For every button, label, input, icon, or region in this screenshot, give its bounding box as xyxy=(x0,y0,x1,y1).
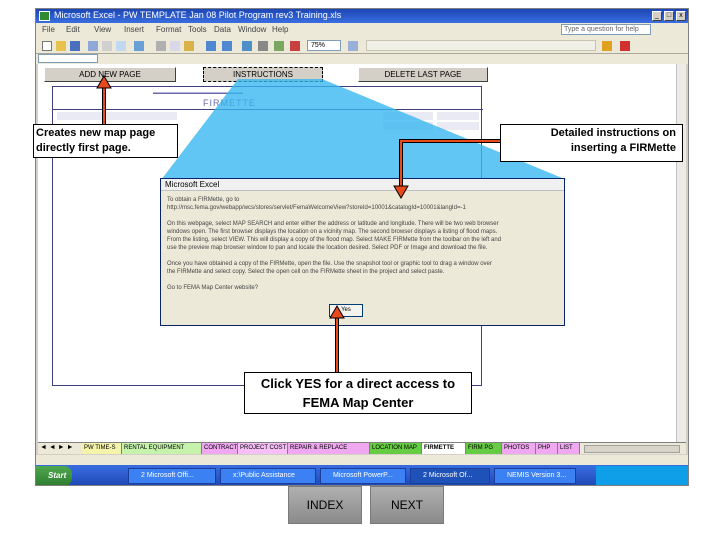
instructions-button[interactable]: INSTRUCTIONS xyxy=(203,67,323,82)
task-button[interactable]: x:\Public Assistance xyxy=(220,468,316,484)
formula-bar xyxy=(36,54,688,64)
hyperlink-icon[interactable] xyxy=(242,41,252,51)
zoom-select[interactable]: 75% xyxy=(307,40,341,51)
annotation-instructions: Detailed instructions on inserting a FIR… xyxy=(500,124,683,162)
dialog-link: http://msc.fema.gov/webapp/wcs/stores/se… xyxy=(167,205,466,211)
print-icon[interactable] xyxy=(102,41,112,51)
sort-icon[interactable] xyxy=(274,41,284,51)
next-button[interactable]: NEXT xyxy=(370,486,444,524)
menu-window[interactable]: Window xyxy=(238,25,266,34)
dialog-text: use the preview map browser window to pa… xyxy=(167,245,488,251)
autosum-icon[interactable] xyxy=(258,41,268,51)
dialog-text: windows open. The first browser displays… xyxy=(167,229,498,235)
dialog-question: Go to FEMA Map Center website? xyxy=(167,285,259,291)
delete-last-page-button[interactable]: DELETE LAST PAGE xyxy=(358,67,488,82)
tab-firmette[interactable]: FIRMETTE xyxy=(422,443,466,454)
task-button-active[interactable]: 2 Microsoft Of... xyxy=(410,468,490,484)
dialog-text: Once you have obtained a copy of the FIR… xyxy=(167,261,492,267)
menu-insert[interactable]: Insert xyxy=(124,25,144,34)
print-preview-icon[interactable] xyxy=(116,41,126,51)
font-color-icon[interactable] xyxy=(620,41,630,51)
fill-color-icon[interactable] xyxy=(602,41,612,51)
index-button[interactable]: INDEX xyxy=(288,486,362,524)
vertical-scrollbar[interactable] xyxy=(676,64,686,442)
dialog-text: From the listing, select VIEW. This will… xyxy=(167,237,502,243)
annotation-yes: Click YES for a direct access to FEMA Ma… xyxy=(244,372,472,414)
dialog-title: Microsoft Excel xyxy=(161,179,564,191)
close-button[interactable]: x xyxy=(676,11,686,21)
tab-contract[interactable]: CONTRACT xyxy=(202,443,238,454)
form-divider xyxy=(53,109,483,110)
windows-taskbar: Start 2 Microsoft Offi... x:\Public Assi… xyxy=(36,465,688,485)
form-field xyxy=(57,112,177,120)
menu-data[interactable]: Data xyxy=(214,25,231,34)
tab-photos[interactable]: PHOTOS xyxy=(502,443,536,454)
cut-icon[interactable] xyxy=(156,41,166,51)
tab-scroll-arrows-icon[interactable]: ◄ ◄ ► ► xyxy=(40,444,74,451)
firmette-title: FIRMETTE xyxy=(203,98,256,108)
menu-help[interactable]: Help xyxy=(272,25,288,34)
tab-pw-time[interactable]: PW TIME-S xyxy=(82,443,122,454)
minimize-button[interactable]: _ xyxy=(652,11,662,21)
task-button[interactable]: Microsoft PowerP... xyxy=(320,468,406,484)
tab-rental-equipment[interactable]: RENTAL EQUIPMENT xyxy=(122,443,202,454)
dialog-text: On this webpage, select MAP SEARCH and e… xyxy=(167,221,499,227)
maximize-button[interactable]: □ xyxy=(664,11,674,21)
form-field xyxy=(437,122,479,130)
redo-icon[interactable] xyxy=(222,41,232,51)
menu-format[interactable]: Format xyxy=(156,25,181,34)
tab-location-map[interactable]: LOCATION MAP xyxy=(370,443,422,454)
tab-project-cost[interactable]: PROJECT COST xyxy=(238,443,288,454)
title-bar: Microsoft Excel - PW TEMPLATE Jan 08 Pil… xyxy=(36,9,688,23)
spelling-icon[interactable] xyxy=(134,41,144,51)
instructions-dialog: Microsoft Excel To obtain a FIRMette, go… xyxy=(160,178,565,326)
menu-edit[interactable]: Edit xyxy=(66,25,80,34)
save-icon[interactable] xyxy=(70,41,80,51)
help-search-input[interactable]: Type a question for help xyxy=(561,24,651,35)
yes-button[interactable]: Yes xyxy=(329,304,363,317)
system-tray xyxy=(596,466,688,485)
form-field xyxy=(383,122,433,130)
menu-bar: File Edit View Insert Format Tools Data … xyxy=(36,23,688,37)
undo-icon[interactable] xyxy=(206,41,216,51)
start-button[interactable]: Start xyxy=(36,466,72,485)
chart-wizard-icon[interactable] xyxy=(290,41,300,51)
horizontal-scrollbar[interactable] xyxy=(584,445,680,453)
sheet-tab-strip: ◄ ◄ ► ► PW TIME-S RENTAL EQUIPMENT CONTR… xyxy=(38,442,686,454)
paste-icon[interactable] xyxy=(184,41,194,51)
add-new-page-button[interactable]: ADD NEW PAGE xyxy=(44,67,176,82)
menu-tools[interactable]: Tools xyxy=(188,25,207,34)
menu-view[interactable]: View xyxy=(94,25,111,34)
dialog-text: To obtain a FIRMette, go to xyxy=(167,197,240,203)
window-title: Microsoft Excel - PW TEMPLATE Jan 08 Pil… xyxy=(54,10,342,20)
menu-file[interactable]: File xyxy=(42,25,55,34)
copy-icon[interactable] xyxy=(170,41,180,51)
open-folder-icon[interactable] xyxy=(56,41,66,51)
new-icon[interactable] xyxy=(42,41,52,51)
standard-toolbar: 75% xyxy=(36,37,688,54)
task-button[interactable]: 2 Microsoft Offi... xyxy=(128,468,216,484)
help-icon[interactable] xyxy=(348,41,358,51)
task-button[interactable]: NEMIS Version 3... xyxy=(494,468,576,484)
formatting-toolbar xyxy=(366,40,596,51)
status-bar xyxy=(36,455,688,465)
tab-php[interactable]: PHP xyxy=(536,443,558,454)
form-field xyxy=(437,112,479,120)
fema-header-text: ▬▬▬▬▬▬▬▬▬▬▬▬▬▬▬▬▬▬ xyxy=(153,90,243,96)
form-field xyxy=(383,112,433,120)
excel-icon xyxy=(39,11,50,21)
name-box[interactable] xyxy=(38,54,98,63)
permission-icon[interactable] xyxy=(88,41,98,51)
tab-list[interactable]: LIST xyxy=(558,443,580,454)
tab-repair-replace[interactable]: REPAIR & REPLACE xyxy=(288,443,370,454)
annotation-add-page: Creates new map page directly first page… xyxy=(33,124,178,158)
tab-firm-pg[interactable]: FIRM PG xyxy=(466,443,502,454)
dialog-text: the FIRMette and select copy. Select the… xyxy=(167,269,445,275)
